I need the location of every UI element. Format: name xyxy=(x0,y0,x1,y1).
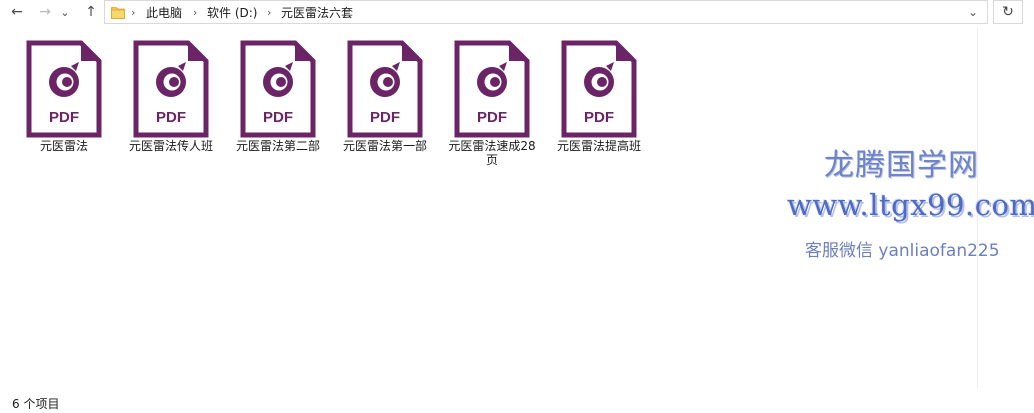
pdf-badge-text: PDF xyxy=(477,109,507,126)
folder-icon xyxy=(111,7,125,19)
pdf-badge-text: PDF xyxy=(156,109,186,126)
recent-locations-button[interactable]: ⌄ xyxy=(58,2,72,22)
file-item[interactable]: PDF 元医雷法第二部 xyxy=(226,40,330,180)
file-name-label: 元医雷法传人班 xyxy=(128,139,213,153)
file-name-label: 元医雷法第二部 xyxy=(235,139,320,153)
watermark-contact: 客服微信 yanliaofan225 xyxy=(805,241,1000,261)
up-button[interactable]: ↑ xyxy=(80,2,102,22)
address-bar[interactable]: › 此电脑 › 软件 (D:) › 元医雷法六套 ⌄ xyxy=(104,0,988,24)
up-arrow-icon: ↑ xyxy=(85,4,97,20)
pdf-file-icon: PDF xyxy=(347,40,423,138)
watermark-url: www.ltgx99.com xyxy=(787,188,1034,222)
breadcrumb-separator: › xyxy=(131,6,136,19)
file-name-label: 元医雷法提高班 xyxy=(556,139,641,153)
pdf-badge-text: PDF xyxy=(49,109,79,126)
pdf-file-icon: PDF xyxy=(240,40,316,138)
back-arrow-icon: ← xyxy=(11,4,23,20)
file-name-label: 元医雷法 xyxy=(39,139,88,153)
pdf-badge-text: PDF xyxy=(263,109,293,126)
breadcrumb-drive-d[interactable]: 软件 (D:) xyxy=(207,4,257,22)
file-item[interactable]: PDF 元医雷法 xyxy=(12,40,116,180)
breadcrumb-separator: › xyxy=(193,6,198,19)
forward-button[interactable]: → xyxy=(34,2,56,22)
breadcrumb-separator: › xyxy=(267,6,272,19)
file-name-label: 元医雷法速成28页 xyxy=(448,139,536,167)
file-item[interactable]: PDF 元医雷法速成28页 xyxy=(440,40,544,180)
file-name-label: 元医雷法第一部 xyxy=(342,139,427,153)
pdf-file-icon: PDF xyxy=(454,40,530,138)
address-dropdown-icon[interactable]: ⌄ xyxy=(965,3,981,21)
forward-arrow-icon: → xyxy=(39,4,51,20)
pdf-badge-text: PDF xyxy=(584,109,614,126)
pdf-file-icon: PDF xyxy=(26,40,102,138)
breadcrumb-this-pc[interactable]: 此电脑 xyxy=(146,4,182,22)
file-item[interactable]: PDF 元医雷法提高班 xyxy=(547,40,651,180)
file-item[interactable]: PDF 元医雷法第一部 xyxy=(333,40,437,180)
navigation-bar: ← → ⌄ ↑ › 此电脑 › 软件 (D:) › 元医雷法六套 ⌄ ↻ xyxy=(0,0,1034,26)
pdf-badge-text: PDF xyxy=(370,109,400,126)
chevron-down-icon: ⌄ xyxy=(60,5,70,19)
pdf-file-icon: PDF xyxy=(133,40,209,138)
breadcrumb-current-folder[interactable]: 元医雷法六套 xyxy=(281,4,353,22)
watermark-site-name: 龙腾国学网 xyxy=(824,148,979,183)
pdf-file-icon: PDF xyxy=(561,40,637,138)
refresh-button[interactable]: ↻ xyxy=(993,0,1023,24)
refresh-icon: ↻ xyxy=(1002,4,1014,20)
status-item-count: 6 个项目 xyxy=(12,397,60,411)
file-item[interactable]: PDF 元医雷法传人班 xyxy=(119,40,223,180)
back-button[interactable]: ← xyxy=(6,2,28,22)
